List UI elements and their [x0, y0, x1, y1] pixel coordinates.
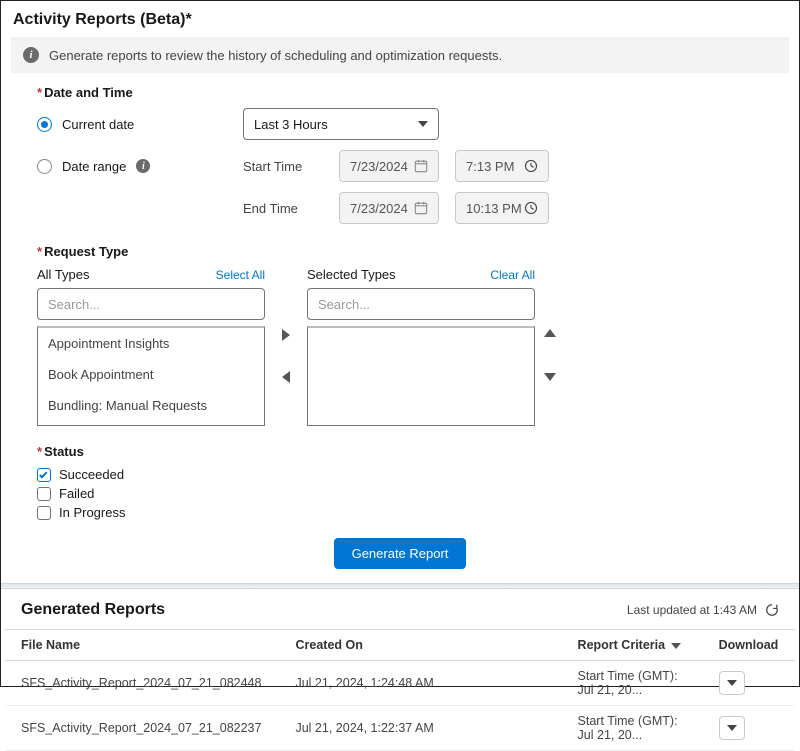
time-range-select[interactable]: Last 3 Hours — [243, 108, 439, 140]
radio-date-range-label: Date range — [62, 159, 126, 174]
start-time-value: 7:13 PM — [466, 159, 514, 174]
cell-file-name: SFS_Activity_Report_2024_07_21_082448 — [5, 661, 279, 706]
chevron-down-icon — [671, 643, 681, 649]
generate-report-button[interactable]: Generate Report — [334, 538, 467, 569]
calendar-icon — [414, 201, 428, 215]
available-types-listbox[interactable]: Appointment Insights Book Appointment Bu… — [37, 326, 265, 426]
clock-icon — [524, 159, 538, 173]
start-date-value: 7/23/2024 — [350, 159, 408, 174]
move-down-button[interactable] — [544, 373, 556, 381]
info-banner: i Generate reports to review the history… — [11, 37, 789, 73]
chevron-down-icon — [727, 680, 737, 686]
calendar-icon — [414, 159, 428, 173]
download-button[interactable] — [719, 716, 745, 740]
list-item[interactable]: Appointment Insights — [38, 328, 264, 359]
info-banner-text: Generate reports to review the history o… — [49, 48, 502, 63]
table-row: SFS_Activity_Report_2024_07_21_082448 Ju… — [5, 661, 795, 706]
selected-search-input[interactable]: Search... — [307, 288, 535, 320]
clear-all-link[interactable]: Clear All — [490, 268, 535, 282]
search-placeholder: Search... — [318, 297, 370, 312]
clock-icon — [524, 201, 538, 215]
start-date-input: 7/23/2024 — [339, 150, 439, 182]
cell-created-on: Jul 21, 2024, 1:22:37 AM — [279, 706, 561, 751]
list-item[interactable]: Bundling: Manual Requests — [38, 390, 264, 421]
end-date-input: 7/23/2024 — [339, 192, 439, 224]
request-type-label: Request Type — [37, 244, 763, 259]
selected-types-listbox[interactable] — [307, 326, 535, 426]
col-file-name[interactable]: File Name — [5, 630, 279, 661]
generated-reports-table: File Name Created On Report Criteria Dow… — [5, 629, 795, 751]
chevron-down-icon — [418, 121, 428, 127]
col-report-criteria[interactable]: Report Criteria — [562, 630, 703, 661]
cell-file-name: SFS_Activity_Report_2024_07_21_082237 — [5, 706, 279, 751]
end-date-value: 7/23/2024 — [350, 201, 408, 216]
selected-types-label: Selected Types — [307, 267, 396, 282]
last-updated-text: Last updated at 1:43 AM — [627, 603, 757, 617]
move-up-button[interactable] — [544, 329, 556, 337]
start-time-label: Start Time — [243, 159, 333, 174]
move-left-button[interactable] — [282, 371, 290, 383]
radio-date-range[interactable] — [37, 159, 52, 174]
checkbox-failed[interactable] — [37, 487, 51, 501]
move-right-button[interactable] — [282, 329, 290, 341]
table-row: SFS_Activity_Report_2024_07_21_082237 Ju… — [5, 706, 795, 751]
radio-current-date[interactable] — [37, 117, 52, 132]
chevron-down-icon — [727, 725, 737, 731]
available-search-input[interactable]: Search... — [37, 288, 265, 320]
radio-current-date-label: Current date — [62, 117, 134, 132]
select-all-link[interactable]: Select All — [216, 268, 265, 282]
list-item[interactable]: Book Appointment — [38, 359, 264, 390]
all-types-label: All Types — [37, 267, 90, 282]
checkbox-succeeded[interactable] — [37, 468, 51, 482]
search-placeholder: Search... — [48, 297, 100, 312]
generated-reports-title: Generated Reports — [21, 601, 165, 619]
status-label: Status — [37, 444, 763, 459]
time-range-value: Last 3 Hours — [254, 117, 328, 132]
date-time-label: Date and Time — [37, 85, 763, 100]
end-time-label: End Time — [243, 201, 333, 216]
download-button[interactable] — [719, 671, 745, 695]
cell-criteria: Start Time (GMT): Jul 21, 20... — [562, 661, 703, 706]
start-time-input: 7:13 PM — [455, 150, 549, 182]
info-icon[interactable]: i — [136, 159, 150, 173]
col-download: Download — [703, 630, 795, 661]
cell-criteria: Start Time (GMT): Jul 21, 20... — [562, 706, 703, 751]
page-title: Activity Reports (Beta)* — [1, 1, 799, 37]
end-time-input: 10:13 PM — [455, 192, 549, 224]
checkbox-succeeded-label: Succeeded — [59, 467, 124, 482]
checkbox-failed-label: Failed — [59, 486, 94, 501]
col-created-on[interactable]: Created On — [279, 630, 561, 661]
info-icon: i — [23, 47, 39, 63]
refresh-icon[interactable] — [765, 603, 779, 617]
checkbox-in-progress-label: In Progress — [59, 505, 125, 520]
list-item[interactable] — [38, 421, 264, 426]
end-time-value: 10:13 PM — [466, 201, 522, 216]
cell-created-on: Jul 21, 2024, 1:24:48 AM — [279, 661, 561, 706]
checkbox-in-progress[interactable] — [37, 506, 51, 520]
